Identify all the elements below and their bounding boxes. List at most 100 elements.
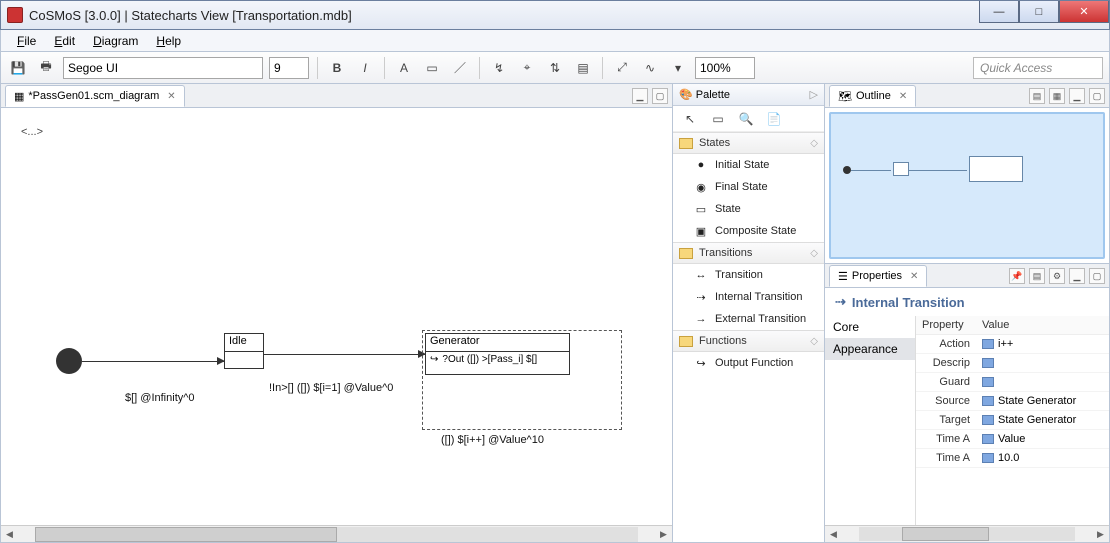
outline-mode2-button[interactable]: ▦: [1049, 88, 1065, 104]
close-tab-icon[interactable]: ✕: [163, 91, 175, 102]
save-button[interactable]: 💾: [7, 57, 29, 79]
prop-value[interactable]: Value: [998, 433, 1025, 445]
editor-tab[interactable]: ▦ *PassGen01.scm_diagram ✕: [5, 85, 185, 107]
close-tab-icon[interactable]: ✕: [895, 91, 907, 102]
props-cat-button[interactable]: ▤: [1029, 268, 1045, 284]
properties-tab[interactable]: ☰ Properties ✕: [829, 265, 927, 287]
palette-item-initial-state[interactable]: ●Initial State: [673, 154, 824, 176]
outline-mode1-button[interactable]: ▤: [1029, 88, 1045, 104]
palette-collapse-icon[interactable]: ▷: [810, 88, 818, 101]
transition-label[interactable]: ([]) $[i++] @Value^10: [441, 434, 544, 446]
palette-category-transitions[interactable]: Transitions ◇: [673, 242, 824, 264]
palette-item-composite-state[interactable]: ▣Composite State: [673, 220, 824, 242]
prop-value[interactable]: i++: [998, 338, 1013, 350]
diagram-canvas[interactable]: <...> Idle Generator ↪ ?Out ([]) >[Pass_…: [1, 108, 672, 525]
palette-item-external-transition[interactable]: →External Transition: [673, 308, 824, 330]
props-adv-button[interactable]: ⚙: [1049, 268, 1065, 284]
font-select[interactable]: [63, 57, 263, 79]
transition-label[interactable]: $[] @Infinity^0: [125, 392, 195, 404]
maximize-view-button[interactable]: ▢: [1089, 268, 1105, 284]
property-row[interactable]: Actioni++: [916, 335, 1109, 354]
property-row[interactable]: Time A10.0: [916, 449, 1109, 468]
col-property[interactable]: Property: [916, 316, 976, 335]
scroll-thumb[interactable]: [35, 527, 337, 542]
palette-item-label: Composite State: [715, 225, 796, 237]
property-row[interactable]: SourceState Generator: [916, 392, 1109, 411]
align-button[interactable]: ▤: [572, 57, 594, 79]
palette-header[interactable]: 🎨 Palette ▷: [673, 84, 824, 106]
italic-button[interactable]: I: [354, 57, 376, 79]
property-row[interactable]: TargetState Generator: [916, 411, 1109, 430]
scroll-thumb[interactable]: [902, 527, 988, 541]
size-select[interactable]: [269, 57, 309, 79]
scroll-left-icon[interactable]: ◀: [825, 529, 842, 540]
property-row[interactable]: Descrip: [916, 354, 1109, 373]
maximize-view-button[interactable]: ▢: [652, 88, 668, 104]
palette-item-final-state[interactable]: ◉Final State: [673, 176, 824, 198]
props-pin-button[interactable]: 📌: [1009, 268, 1025, 284]
palette-category-functions[interactable]: Functions ◇: [673, 330, 824, 352]
minimize-view-button[interactable]: ▁: [1069, 268, 1085, 284]
state-icon: ▭: [695, 203, 707, 216]
autolayout-button[interactable]: ∿: [639, 57, 661, 79]
property-row[interactable]: Guard: [916, 373, 1109, 392]
properties-category-appearance[interactable]: Appearance: [825, 338, 915, 360]
line-color-button[interactable]: ／: [449, 57, 471, 79]
transition-line[interactable]: [82, 361, 224, 362]
prop-value[interactable]: State Generator: [998, 414, 1076, 426]
arrange-button[interactable]: ⇅: [544, 57, 566, 79]
transition-label[interactable]: !In>[] ([]) $[i=1] @Value^0: [269, 382, 393, 394]
select-button[interactable]: ⌖: [516, 57, 538, 79]
properties-category-core[interactable]: Core: [825, 316, 915, 338]
palette-item-internal-transition[interactable]: ⇢Internal Transition: [673, 286, 824, 308]
close-tab-icon[interactable]: ✕: [906, 271, 918, 282]
pointer-tool[interactable]: ↖: [679, 108, 701, 130]
properties-hscrollbar[interactable]: ◀ ▶: [825, 525, 1109, 542]
state-idle-node[interactable]: Idle: [224, 333, 264, 369]
marquee-tool[interactable]: ▭: [707, 108, 729, 130]
quick-access[interactable]: Quick Access: [973, 57, 1103, 79]
font-color-button[interactable]: A: [393, 57, 415, 79]
editor-tabbar: ▦ *PassGen01.scm_diagram ✕ ▁ ▢: [1, 84, 672, 108]
transition-line[interactable]: [264, 354, 425, 355]
bold-button[interactable]: B: [326, 57, 348, 79]
prop-value[interactable]: 10.0: [998, 452, 1019, 464]
zoom-reset-button[interactable]: ⤢: [611, 57, 633, 79]
outline-minimap[interactable]: [829, 112, 1105, 259]
minimize-button[interactable]: —: [979, 1, 1019, 23]
outline-tabbar: 🗺 Outline ✕ ▤ ▦ ▁ ▢: [825, 84, 1109, 108]
close-button[interactable]: ✕: [1059, 1, 1109, 23]
minimize-view-button[interactable]: ▁: [632, 88, 648, 104]
menu-help[interactable]: Help: [148, 32, 189, 50]
maximize-button[interactable]: □: [1019, 1, 1059, 23]
property-row[interactable]: Time AValue: [916, 430, 1109, 449]
editor-hscrollbar[interactable]: ◀ ▶: [1, 525, 672, 542]
outline-tab[interactable]: 🗺 Outline ✕: [829, 85, 916, 107]
palette-item-label: Initial State: [715, 159, 769, 171]
palette-item-state[interactable]: ▭State: [673, 198, 824, 220]
zoom-tool[interactable]: 🔍: [735, 108, 757, 130]
prop-value[interactable]: State Generator: [998, 395, 1076, 407]
palette-item-transition[interactable]: ↔Transition: [673, 264, 824, 286]
menu-diagram[interactable]: Diagram: [85, 32, 146, 50]
menu-file[interactable]: File: [9, 32, 44, 50]
diagram-icon: ▦: [14, 90, 24, 103]
col-value[interactable]: Value: [976, 316, 1109, 335]
filter-button[interactable]: ▾: [667, 57, 689, 79]
minimize-view-button[interactable]: ▁: [1069, 88, 1085, 104]
scroll-right-icon[interactable]: ▶: [1092, 529, 1109, 540]
print-button[interactable]: 🖶: [35, 57, 57, 79]
menu-edit[interactable]: Edit: [46, 32, 83, 50]
palette-category-states[interactable]: States ◇: [673, 132, 824, 154]
fill-color-button[interactable]: ▭: [421, 57, 443, 79]
selection-box[interactable]: [422, 330, 622, 430]
router-button[interactable]: ↯: [488, 57, 510, 79]
value-icon: [982, 434, 994, 444]
palette-item-output-function[interactable]: ↪Output Function: [673, 352, 824, 374]
maximize-view-button[interactable]: ▢: [1089, 88, 1105, 104]
zoom-select[interactable]: [695, 57, 755, 79]
initial-state-node[interactable]: [56, 348, 82, 374]
note-tool[interactable]: 📄: [763, 108, 785, 130]
scroll-left-icon[interactable]: ◀: [1, 529, 18, 540]
scroll-right-icon[interactable]: ▶: [655, 529, 672, 540]
